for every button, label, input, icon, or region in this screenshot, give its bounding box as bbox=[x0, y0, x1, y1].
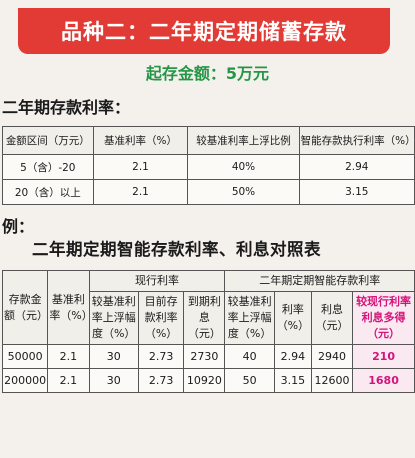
header-smart-interest: 利息（元） bbox=[310, 291, 354, 345]
header-smart-float: 较基准利率上浮幅度（%） bbox=[224, 291, 275, 345]
cell-interest-due: 2730 bbox=[183, 344, 226, 369]
cell-extra-interest: 210 bbox=[352, 344, 415, 369]
cell-float-ratio: 40% bbox=[187, 154, 300, 180]
cell-smart-interest: 2940 bbox=[310, 344, 354, 369]
table-row: 200000 2.1 30 2.73 10920 50 3.15 12600 1… bbox=[1, 368, 415, 393]
cell-base-rate: 2.1 bbox=[47, 368, 90, 393]
cell-smart-rate: 3.15 bbox=[298, 179, 415, 205]
cell-interest-due: 10920 bbox=[183, 368, 226, 393]
header-interest-due: 到期利息（元） bbox=[183, 291, 226, 345]
header-base-rate: 基准利率（%） bbox=[92, 126, 189, 155]
comparison-header-row-1: 存款金额（元） 基准利率（%） 现行利率 二年期定期智能存款利率 bbox=[1, 270, 415, 345]
banner: 品种二：二年期定期储蓄存款 bbox=[18, 8, 390, 54]
header-base-rate: 基准利率（%） bbox=[47, 270, 93, 345]
cell-amount-range: 20（含）以上 bbox=[2, 179, 94, 205]
cell-smart-float: 50 bbox=[224, 368, 275, 393]
example-title: 二年期定期智能存款利率、利息对照表 bbox=[32, 240, 321, 259]
cell-smart-float: 40 bbox=[224, 344, 275, 369]
rate-section-heading: 二年期存款利率： bbox=[2, 98, 131, 117]
comparison-table: 存款金额（元） 基准利率（%） 现行利率 二年期定期智能存款利率 较基准利率上浮… bbox=[1, 270, 415, 393]
banner-title: 品种二：二年期定期储蓄存款 bbox=[61, 20, 347, 44]
cell-extra-interest: 1680 bbox=[352, 368, 415, 393]
header-smart-rate: 智能存款执行利率（%） bbox=[298, 126, 415, 155]
cell-smart-rate: 3.15 bbox=[273, 368, 312, 393]
example-label: 例： bbox=[2, 217, 35, 236]
cell-current-rate: 2.73 bbox=[137, 344, 185, 369]
header-amount-range: 金额区间（万元） bbox=[2, 126, 94, 155]
cell-float-ratio: 50% bbox=[187, 179, 300, 205]
cell-smart-rate: 2.94 bbox=[298, 154, 415, 180]
header-group-current: 现行利率 bbox=[88, 270, 226, 292]
table-row: 50000 2.1 30 2.73 2730 40 2.94 2940 210 bbox=[1, 344, 415, 369]
cell-float: 30 bbox=[88, 368, 139, 393]
minimum-deposit-text: 起存金额：5万元 bbox=[145, 64, 270, 83]
cell-amount: 200000 bbox=[1, 368, 49, 393]
table-row: 5（含）-20 2.1 40% 2.94 bbox=[2, 154, 415, 180]
header-smart-rate: 利率（%） bbox=[273, 291, 312, 345]
cell-smart-interest: 12600 bbox=[310, 368, 354, 393]
cell-amount-range: 5（含）-20 bbox=[2, 154, 94, 180]
header-amount: 存款金额（元） bbox=[1, 270, 49, 345]
cell-current-rate: 2.73 bbox=[137, 368, 185, 393]
rate-table-header-row: 金额区间（万元） 基准利率（%） 较基准利率上浮比例 智能存款执行利率（%） bbox=[2, 126, 415, 155]
header-float-ratio: 较基准利率上浮比例 bbox=[187, 126, 300, 155]
cell-smart-rate: 2.94 bbox=[273, 344, 312, 369]
header-group-smart: 二年期定期智能存款利率 bbox=[224, 270, 415, 292]
cell-float: 30 bbox=[88, 344, 139, 369]
table-row: 20（含）以上 2.1 50% 3.15 bbox=[2, 179, 415, 205]
cell-base-rate: 2.1 bbox=[92, 179, 189, 205]
header-float: 较基准利率上浮幅度（%） bbox=[88, 291, 139, 345]
cell-amount: 50000 bbox=[1, 344, 49, 369]
cell-base-rate: 2.1 bbox=[47, 344, 90, 369]
header-extra-interest: 较现行利率利息多得（元） bbox=[352, 291, 415, 345]
header-current-rate: 目前存款利率（%） bbox=[137, 291, 185, 345]
rate-table: 金额区间（万元） 基准利率（%） 较基准利率上浮比例 智能存款执行利率（%） 5… bbox=[2, 126, 415, 205]
cell-base-rate: 2.1 bbox=[92, 154, 189, 180]
